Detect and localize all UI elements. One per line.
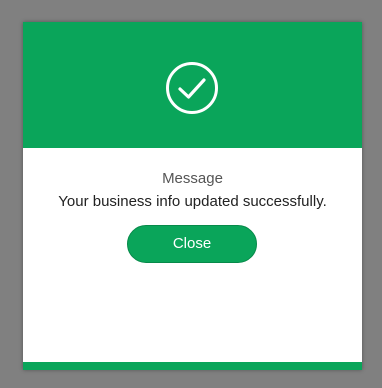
dialog-footer-bar xyxy=(23,362,362,370)
dialog-header xyxy=(23,22,362,148)
success-dialog: Message Your business info updated succe… xyxy=(23,22,362,370)
dialog-title: Message xyxy=(162,170,223,187)
close-button[interactable]: Close xyxy=(127,225,257,263)
check-circle-icon xyxy=(165,61,219,115)
dialog-message: Your business info updated successfully. xyxy=(58,193,327,210)
dialog-body: Message Your business info updated succe… xyxy=(23,148,362,362)
